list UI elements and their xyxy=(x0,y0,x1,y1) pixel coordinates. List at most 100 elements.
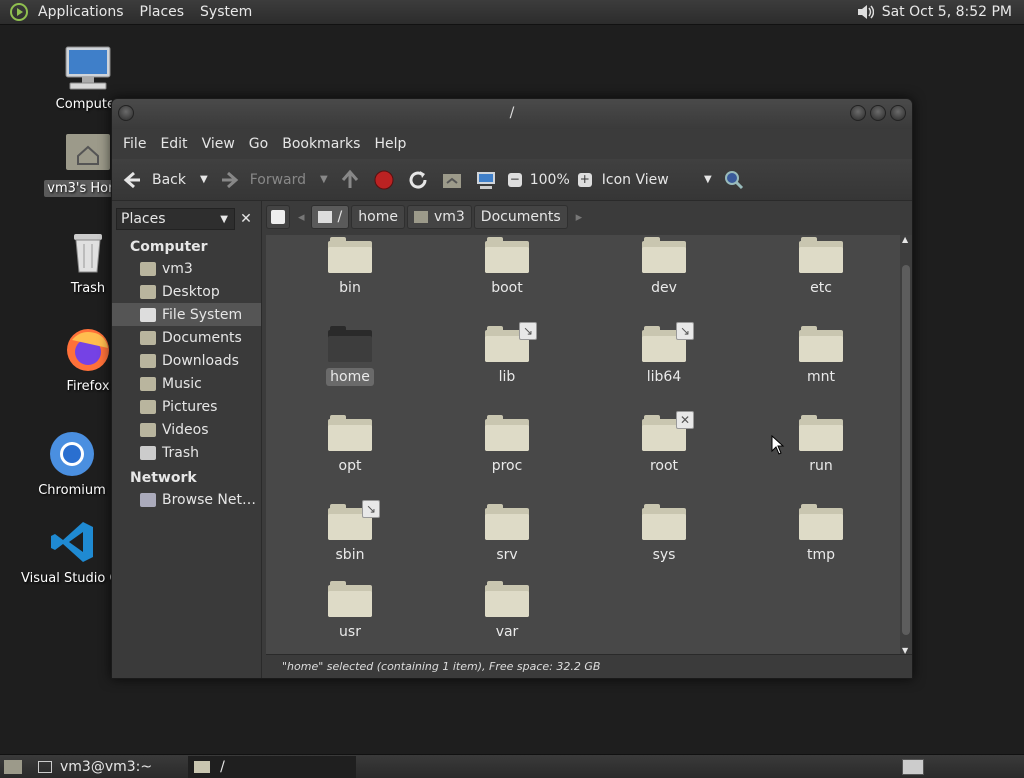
file-item[interactable]: dev xyxy=(604,237,724,297)
maximize-button[interactable] xyxy=(870,105,886,121)
menu-help[interactable]: Help xyxy=(367,136,413,152)
window-menu-button[interactable] xyxy=(118,105,134,121)
computer-icon[interactable] xyxy=(474,168,498,192)
minimize-button[interactable] xyxy=(850,105,866,121)
sidebar-item-label: Pictures xyxy=(162,398,218,415)
sidebar-item-trash[interactable]: Trash xyxy=(112,441,261,464)
vertical-scrollbar[interactable]: ▲ ▼ xyxy=(900,235,912,655)
window-titlebar[interactable]: / xyxy=(112,99,912,129)
sidebar-item-desktop[interactable]: Desktop xyxy=(112,280,261,303)
file-item[interactable]: tmp xyxy=(761,504,881,564)
places-select[interactable]: Places ▼ xyxy=(116,208,235,230)
file-label: tmp xyxy=(806,547,835,563)
scroll-up-icon[interactable]: ▲ xyxy=(902,235,908,244)
show-desktop-icon[interactable] xyxy=(4,759,22,774)
symlink-emblem-icon: ↘ xyxy=(362,500,380,518)
symlink-emblem-icon: ↘ xyxy=(676,322,694,340)
taskbar-file-manager[interactable]: / xyxy=(188,755,357,778)
file-item[interactable]: etc xyxy=(761,237,881,297)
file-item[interactable]: ↘ sbin xyxy=(290,500,410,564)
file-item[interactable]: ↘ lib64 xyxy=(604,322,724,386)
file-item[interactable]: mnt xyxy=(761,326,881,386)
file-label: proc xyxy=(491,458,523,474)
sidebar-item-vm3[interactable]: vm3 xyxy=(112,257,261,280)
file-label: sbin xyxy=(335,547,365,563)
videos-folder-icon xyxy=(140,422,156,437)
bottom-panel: vm3@vm3:~ / xyxy=(0,754,1024,778)
home-icon[interactable] xyxy=(440,168,464,192)
zoom-control: − 100% + xyxy=(507,172,592,188)
file-item[interactable]: usr xyxy=(290,581,410,641)
drive-icon xyxy=(317,211,332,223)
system-menu[interactable]: System xyxy=(192,0,260,25)
menu-view[interactable]: View xyxy=(195,136,242,152)
file-item[interactable]: ✕ root xyxy=(604,411,724,475)
folder-icon xyxy=(485,581,529,617)
sidebar-item-videos[interactable]: Videos xyxy=(112,418,261,441)
places-select-label: Places xyxy=(121,211,166,227)
sidebar-heading-network: Network xyxy=(130,470,197,486)
taskbar-terminal[interactable]: vm3@vm3:~ xyxy=(32,756,158,778)
search-icon[interactable] xyxy=(722,168,746,192)
sidebar-item-documents[interactable]: Documents xyxy=(112,326,261,349)
back-label: Back xyxy=(152,171,186,188)
clock[interactable]: Sat Oct 5, 8:52 PM xyxy=(874,4,1020,20)
crumb-vm3[interactable]: vm3 xyxy=(406,205,472,229)
file-item[interactable]: proc xyxy=(447,415,567,475)
menu-go[interactable]: Go xyxy=(242,136,275,152)
file-item[interactable]: home xyxy=(290,326,410,386)
stop-icon[interactable] xyxy=(372,168,396,192)
close-sidebar-icon[interactable]: ✕ xyxy=(235,211,257,227)
file-item[interactable]: sys xyxy=(604,504,724,564)
scrollbar-thumb[interactable] xyxy=(902,265,910,635)
menu-edit[interactable]: Edit xyxy=(153,136,194,152)
sidebar-item-pictures[interactable]: Pictures xyxy=(112,395,261,418)
view-mode-select[interactable]: Icon View ▼ xyxy=(602,172,712,188)
folder-icon: ↘ xyxy=(485,322,537,362)
desktop-chromium[interactable]: Chromium xyxy=(27,430,117,499)
back-arrow-icon xyxy=(123,171,140,188)
file-item[interactable]: srv xyxy=(447,504,567,564)
status-bar: "home" selected (containing 1 item), Fre… xyxy=(266,654,912,678)
menu-bookmarks[interactable]: Bookmarks xyxy=(275,136,367,152)
crumb-label: home xyxy=(358,209,398,225)
up-arrow-icon[interactable] xyxy=(338,168,362,192)
file-item[interactable]: var xyxy=(447,581,567,641)
forward-button[interactable]: Forward ▼ xyxy=(218,168,328,192)
file-label: usr xyxy=(339,624,361,640)
crumb-documents[interactable]: Documents xyxy=(473,205,568,229)
file-item[interactable]: ↘ lib xyxy=(447,322,567,386)
sidebar-item-label: Trash xyxy=(162,444,199,461)
back-button[interactable]: Back ▼ xyxy=(120,168,208,192)
music-folder-icon xyxy=(140,376,156,391)
applications-menu[interactable]: Applications xyxy=(30,0,132,25)
toolbar: Back ▼ Forward ▼ − 100% + Icon View ▼ xyxy=(112,159,912,201)
workspace-switcher-icon[interactable] xyxy=(902,758,924,775)
desktop-icon-label: Chromium xyxy=(38,483,106,498)
back-dropdown-icon[interactable]: ▼ xyxy=(200,174,208,185)
reload-icon[interactable] xyxy=(406,168,430,192)
forward-dropdown-icon[interactable]: ▼ xyxy=(320,174,328,185)
sidebar-item-downloads[interactable]: Downloads xyxy=(112,349,261,372)
volume-icon[interactable] xyxy=(856,4,874,20)
file-label: dev xyxy=(651,280,677,296)
file-item[interactable]: boot xyxy=(447,237,567,297)
downloads-folder-icon xyxy=(140,353,156,368)
crumb-left-arrow-icon[interactable]: ◂ xyxy=(298,210,305,225)
edit-location-button[interactable] xyxy=(266,205,290,229)
sidebar-item-browse-network[interactable]: Browse Net… xyxy=(112,488,261,511)
zoom-in-icon[interactable]: + xyxy=(577,172,592,187)
sidebar-item-music[interactable]: Music xyxy=(112,372,261,395)
places-menu[interactable]: Places xyxy=(132,0,193,25)
crumb-right-arrow-icon[interactable]: ▸ xyxy=(576,210,583,225)
zoom-out-icon[interactable]: − xyxy=(507,172,522,187)
distro-logo-icon[interactable] xyxy=(10,3,28,21)
crumb-root[interactable]: / xyxy=(310,205,350,229)
file-item[interactable]: opt xyxy=(290,415,410,475)
crumb-home[interactable]: home xyxy=(351,205,405,229)
close-button[interactable] xyxy=(890,105,906,121)
sidebar-item-file-system[interactable]: File System xyxy=(112,303,261,326)
sidebar-item-label: Videos xyxy=(162,421,209,438)
file-item[interactable]: bin xyxy=(290,237,410,297)
menu-file[interactable]: File xyxy=(116,136,153,152)
